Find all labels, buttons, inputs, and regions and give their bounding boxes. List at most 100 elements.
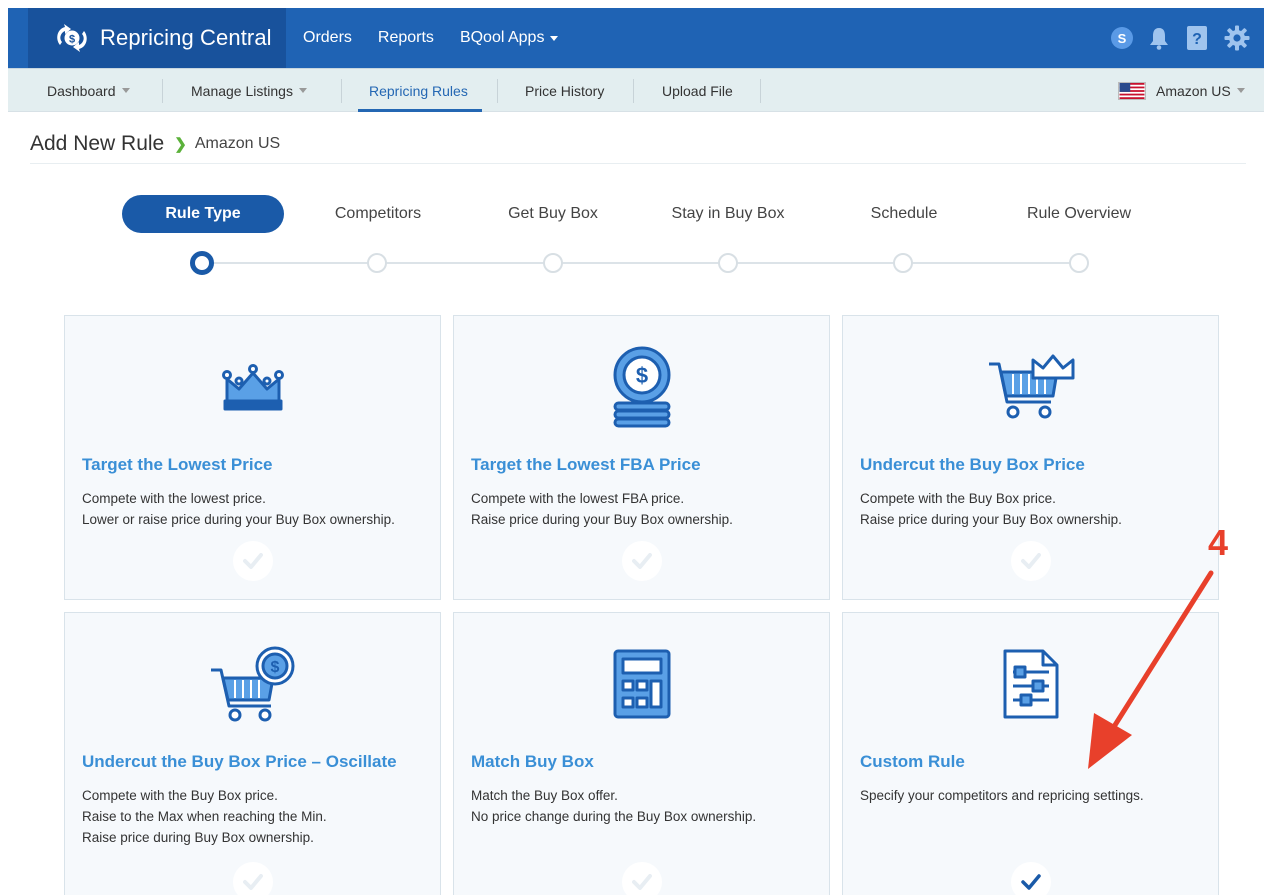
rule-card-target-lowest-fba-price[interactable]: $ Target the Lowest FBA Price Compete wi… xyxy=(453,315,830,600)
card-description: Specify your competitors and repricing s… xyxy=(860,785,1144,806)
card-title: Target the Lowest FBA Price xyxy=(471,455,701,474)
card-icon-wrap: $ xyxy=(65,639,440,729)
cart-crown-icon xyxy=(988,354,1074,419)
gear-icon[interactable] xyxy=(1224,25,1250,51)
card-desc-line: Compete with the lowest FBA price. xyxy=(471,491,685,506)
active-tab-indicator xyxy=(358,109,482,112)
svg-text:$: $ xyxy=(635,363,647,388)
card-desc-line: Lower or raise price during your Buy Box… xyxy=(82,512,395,527)
caret-down-icon xyxy=(298,88,307,93)
marketplace-label: Amazon US xyxy=(1156,82,1231,99)
card-icon-wrap: $ xyxy=(454,342,829,432)
nav-bqool-apps[interactable]: BQool Apps xyxy=(447,29,572,47)
calculator-icon xyxy=(613,649,670,719)
us-flag-icon xyxy=(1118,81,1146,100)
rule-card-target-lowest-price[interactable]: Target the Lowest Price Compete with the… xyxy=(64,315,441,600)
card-description: Compete with the Buy Box price. Raise to… xyxy=(82,785,327,848)
card-desc-line: Raise to the Max when reaching the Min. xyxy=(82,809,327,824)
step-rule-overview[interactable]: Rule Overview xyxy=(1009,195,1149,233)
check-icon xyxy=(1011,541,1051,581)
nav-reports[interactable]: Reports xyxy=(365,29,447,47)
rule-card-match-buy-box[interactable]: Match Buy Box Match the Buy Box offer. N… xyxy=(453,612,830,895)
rule-card-undercut-oscillate[interactable]: $ Undercut the Buy Box Price – Oscillate… xyxy=(64,612,441,895)
step-dot-current xyxy=(190,251,214,275)
logo-icon: $ xyxy=(57,24,87,52)
step-competitors[interactable]: Competitors xyxy=(308,195,448,233)
annotation-arrow-icon xyxy=(1088,570,1214,769)
rule-card-undercut-buy-box[interactable]: Undercut the Buy Box Price Compete with … xyxy=(842,315,1219,600)
bell-icon[interactable] xyxy=(1148,26,1170,50)
card-desc-line: Compete with the Buy Box price. xyxy=(860,491,1056,506)
subnav-repricing-rules[interactable]: Repricing Rules xyxy=(369,69,468,112)
check-icon xyxy=(233,862,273,895)
card-desc-line: Match the Buy Box offer. xyxy=(471,788,618,803)
subnav-upload-file[interactable]: Upload File xyxy=(662,69,733,112)
coin-stack-icon: $ xyxy=(613,346,670,428)
card-description: Match the Buy Box offer. No price change… xyxy=(471,785,756,827)
settings-document-icon xyxy=(1003,649,1058,719)
nav-orders[interactable]: Orders xyxy=(290,29,365,47)
top-icons: S ? xyxy=(1111,8,1250,68)
svg-text:$: $ xyxy=(270,659,279,676)
help-icon[interactable]: ? xyxy=(1185,25,1209,51)
card-title: Undercut the Buy Box Price xyxy=(860,455,1085,474)
divider xyxy=(497,79,498,103)
page-title: Add New Rule xyxy=(30,132,165,155)
card-icon-wrap xyxy=(454,639,829,729)
brand[interactable]: $ Repricing Central xyxy=(28,8,286,68)
card-title: Target the Lowest Price xyxy=(82,455,273,474)
user-avatar[interactable]: S xyxy=(1111,27,1133,49)
card-title: Custom Rule xyxy=(860,752,965,771)
app-name: Repricing Central xyxy=(100,25,272,50)
chevron-right-icon: ❯ xyxy=(174,136,187,153)
card-description: Compete with the lowest FBA price. Raise… xyxy=(471,488,733,530)
check-icon xyxy=(1011,862,1051,895)
card-desc-line: Compete with the Buy Box price. xyxy=(82,788,278,803)
step-dot xyxy=(1069,253,1089,273)
card-title: Match Buy Box xyxy=(471,752,594,771)
check-icon xyxy=(233,541,273,581)
card-title: Undercut the Buy Box Price – Oscillate xyxy=(82,752,397,771)
divider xyxy=(633,79,634,103)
card-desc-line: Specify your competitors and repricing s… xyxy=(860,788,1144,803)
caret-down-icon xyxy=(550,35,559,41)
breadcrumb-marketplace: Amazon US xyxy=(194,135,281,152)
crown-icon xyxy=(221,364,284,411)
caret-down-icon xyxy=(1236,88,1245,93)
svg-text:$: $ xyxy=(69,34,75,46)
subnav-dashboard[interactable]: Dashboard xyxy=(47,69,130,112)
card-desc-line: Raise price during your Buy Box ownershi… xyxy=(860,512,1122,527)
subnav-manage-listings-label: Manage Listings xyxy=(191,82,293,99)
subnav-dashboard-label: Dashboard xyxy=(47,82,116,99)
step-progress-line xyxy=(203,262,1079,264)
card-desc-line: No price change during the Buy Box owner… xyxy=(471,809,757,824)
sub-nav: Dashboard Manage Listings Repricing Rule… xyxy=(8,68,1264,112)
step-rule-type[interactable]: Rule Type xyxy=(122,195,284,233)
card-description: Compete with the Buy Box price. Raise pr… xyxy=(860,488,1122,530)
step-schedule[interactable]: Schedule xyxy=(834,195,974,233)
divider xyxy=(760,79,761,103)
nav-bqool-apps-label: BQool Apps xyxy=(459,29,545,46)
card-desc-line: Raise price during Buy Box ownership. xyxy=(82,830,314,845)
check-icon xyxy=(622,541,662,581)
marketplace-selector[interactable]: Amazon US xyxy=(1118,69,1245,112)
step-dot xyxy=(543,253,563,273)
step-dot xyxy=(718,253,738,273)
subnav-manage-listings[interactable]: Manage Listings xyxy=(191,69,307,112)
svg-text:?: ? xyxy=(1192,31,1202,48)
cart-coin-icon: $ xyxy=(210,646,294,722)
divider xyxy=(341,79,342,103)
subnav-price-history[interactable]: Price History xyxy=(525,69,604,112)
divider xyxy=(30,163,1246,164)
step-stay-in-buy-box[interactable]: Stay in Buy Box xyxy=(658,195,798,233)
divider xyxy=(162,79,163,103)
card-description: Compete with the lowest price. Lower or … xyxy=(82,488,395,530)
card-desc-line: Raise price during your Buy Box ownershi… xyxy=(471,512,733,527)
step-get-buy-box[interactable]: Get Buy Box xyxy=(483,195,623,233)
page-header: Add New Rule ❯ Amazon US xyxy=(30,132,280,156)
step-dot xyxy=(893,253,913,273)
card-desc-line: Compete with the lowest price. xyxy=(82,491,266,506)
check-icon xyxy=(622,862,662,895)
caret-down-icon xyxy=(121,88,130,93)
card-icon-wrap xyxy=(843,342,1218,432)
